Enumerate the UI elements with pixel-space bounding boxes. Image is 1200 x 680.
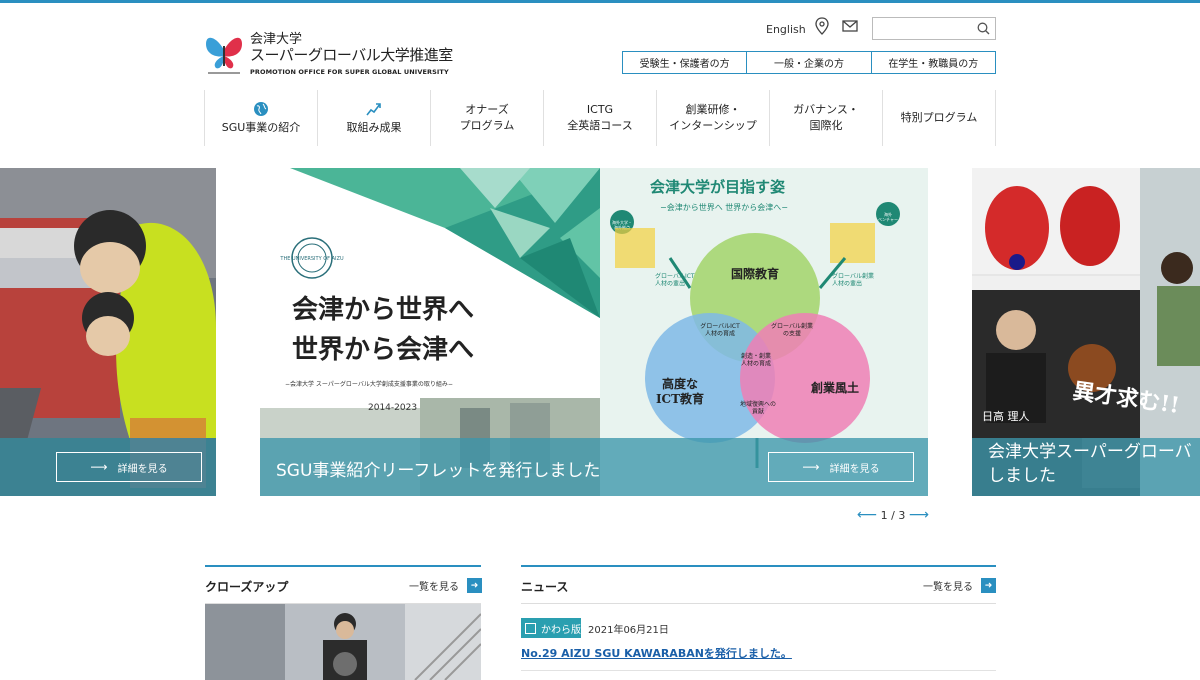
venn-label-center: 創造・創業人材の育成	[741, 352, 771, 368]
university-seal-text: THE UNIVERSITY OF AIZU	[279, 256, 344, 262]
vision-subtitle: −会津から世界へ 世界から会津へ−	[660, 202, 788, 212]
nav-item-honors[interactable]: オナーズ プログラム	[431, 90, 544, 146]
nav-label: オナーズ プログラム	[459, 103, 515, 132]
audience-link-general[interactable]: 一般・企業の方	[747, 52, 872, 73]
mail-icon[interactable]	[842, 20, 858, 32]
leaflet-title-line2: 世界から会津へ	[292, 335, 474, 365]
closeup-photo[interactable]	[205, 604, 481, 680]
arrow-right-icon: ➜	[981, 578, 996, 593]
nav-item-special[interactable]: 特別プログラム	[883, 90, 996, 146]
nav-label: 取組み成果	[346, 120, 402, 134]
news-more-link[interactable]: 一覧を見る ➜	[923, 578, 996, 593]
news-divider	[521, 603, 996, 604]
detail-button[interactable]: ⟶ 詳細を見る	[768, 452, 914, 482]
nav-label: ガバナンス・ 国際化	[793, 103, 859, 132]
site-logo[interactable]: 会津大学 スーパーグローバル大学推進室 PROMOTION OFFICE FOR…	[204, 28, 453, 78]
chart-line-icon	[366, 102, 381, 115]
globe-icon	[254, 101, 268, 116]
more-link-label: 一覧を見る	[409, 582, 459, 593]
arrow-right-icon: ⟶	[802, 460, 820, 474]
slide-overlay-bar: ⟶ 詳細を見る	[0, 438, 216, 496]
venn-label-right: 創業風土	[810, 380, 859, 395]
english-link[interactable]: English	[766, 18, 806, 40]
vision-title: 会津大学が目指す姿	[650, 178, 785, 196]
nav-label: ICTG 全英語コース	[567, 103, 633, 132]
nav-item-sgu-intro[interactable]: SGU事業の紹介	[205, 90, 318, 146]
closeup-more-link[interactable]: 一覧を見る ➜	[409, 578, 482, 593]
news-title: ニュース	[521, 580, 569, 594]
detail-button-label: 詳細を見る	[829, 463, 880, 475]
carousel-slide-current[interactable]: THE UNIVERSITY OF AIZU 会津から世界へ 世界から会津へ −…	[260, 168, 928, 496]
carousel-slide-next[interactable]: 異才求む!! 日高 理人 会津大学スーパーグローバ しました	[972, 168, 1200, 496]
news-category-badge: かわら版	[521, 618, 581, 638]
map-pin-icon[interactable]	[814, 17, 830, 35]
news-item-link[interactable]: No.29 AIZU SGU KAWARABANを発行しました。	[521, 645, 792, 661]
carousel-slide-prev[interactable]: ⟶ 詳細を見る	[0, 168, 216, 496]
audience-link-applicants[interactable]: 受験生・保護者の方	[623, 52, 748, 73]
top-accent-bar	[0, 0, 1200, 3]
news-item-divider	[521, 670, 996, 671]
nav-label: SGU事業の紹介	[221, 120, 301, 134]
search-icon[interactable]	[977, 22, 990, 35]
nav-item-ictg[interactable]: ICTG 全英語コース	[544, 90, 657, 146]
logo-office-english: PROMOTION OFFICE FOR SUPER GLOBAL UNIVER…	[250, 68, 449, 76]
nav-label: 創業研修・ インターンシップ	[669, 103, 757, 132]
slide-caption[interactable]: SGU事業紹介リーフレットを発行しました	[276, 456, 600, 481]
nav-item-governance[interactable]: ガバナンス・ 国際化	[770, 90, 883, 146]
audience-links: 受験生・保護者の方 一般・企業の方 在学生・教職員の方	[622, 51, 996, 74]
audience-link-students[interactable]: 在学生・教職員の方	[872, 52, 995, 73]
search-box	[872, 17, 996, 40]
butterfly-logo-icon	[206, 37, 242, 74]
logo-office-name: スーパーグローバル大学推進室	[250, 46, 453, 64]
newspaper-icon	[525, 622, 536, 634]
poster-name: 日高 理人	[982, 409, 1030, 423]
closeup-title: クローズアップ	[205, 580, 289, 594]
arrow-right-icon: ⟶	[90, 460, 108, 474]
venn-label-top: 国際教育	[731, 266, 779, 281]
nav-label: 特別プログラム	[900, 111, 978, 124]
news-date: 2021年06月21日	[588, 625, 669, 636]
carousel-pager: ⟵ 1 / 3 ⟶	[857, 506, 929, 524]
leaflet-subtitle: −会津大学 スーパーグローバル大学創成支援事業の取り組み−	[285, 380, 453, 388]
nav-item-results[interactable]: 取組み成果	[318, 90, 431, 146]
slide-overlay-bar: SGU事業紹介リーフレットを発行しました ⟶ 詳細を見る	[260, 438, 928, 496]
slide-caption[interactable]: 会津大学スーパーグローバ しました	[988, 440, 1192, 488]
arrow-right-icon: ➜	[467, 578, 482, 593]
arrow-left-icon[interactable]: ⟵	[857, 507, 877, 523]
slide-overlay-bar: 会津大学スーパーグローバ しました	[972, 438, 1200, 496]
detail-button[interactable]: ⟶ 詳細を見る	[56, 452, 202, 482]
leaflet-years: 2014-2023	[368, 403, 417, 413]
venn-label-left-top: グローバルICT 人材の育成	[700, 322, 740, 338]
news-top-line	[521, 565, 996, 567]
news-badge-label: かわら版	[541, 624, 581, 636]
detail-button-label: 詳細を見る	[117, 463, 168, 475]
global-nav: SGU事業の紹介 取組み成果 オナーズ プログラム ICTG 全英語コース 創業…	[204, 90, 996, 146]
more-link-label: 一覧を見る	[923, 582, 973, 593]
leaflet-title-line1: 会津から世界へ	[292, 295, 474, 325]
arrow-right-icon[interactable]: ⟶	[909, 507, 929, 523]
closeup-top-line	[205, 565, 481, 567]
nav-item-startup[interactable]: 創業研修・ インターンシップ	[657, 90, 770, 146]
pager-count: 1 / 3	[880, 508, 906, 522]
search-input[interactable]	[873, 19, 973, 40]
closeup-photo-image	[205, 604, 481, 680]
